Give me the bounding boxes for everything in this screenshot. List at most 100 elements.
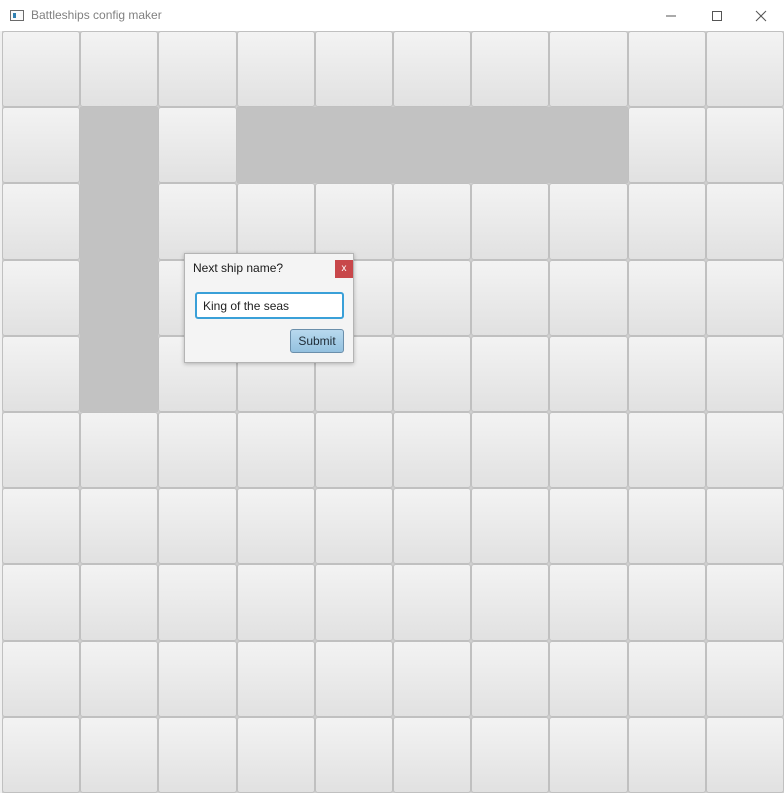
grid-cell[interactable] — [471, 716, 550, 793]
grid-cell-ship[interactable] — [471, 107, 550, 184]
close-window-button[interactable] — [738, 0, 784, 31]
grid-cell[interactable] — [393, 564, 472, 641]
grid-cell[interactable] — [471, 183, 550, 260]
grid-cell[interactable] — [314, 488, 393, 565]
grid-cell[interactable] — [705, 640, 784, 717]
grid-cell[interactable] — [627, 335, 706, 412]
grid-cell[interactable] — [2, 716, 81, 793]
dialog-close-button[interactable]: x — [335, 260, 353, 278]
grid-cell[interactable] — [80, 31, 159, 108]
grid-cell[interactable] — [80, 412, 159, 489]
grid-cell-ship[interactable] — [549, 107, 628, 184]
grid-cell[interactable] — [2, 640, 81, 717]
grid-cell[interactable] — [705, 716, 784, 793]
grid-cell[interactable] — [2, 183, 81, 260]
grid-cell[interactable] — [471, 259, 550, 336]
grid-cell[interactable] — [393, 183, 472, 260]
grid-cell[interactable] — [314, 31, 393, 108]
grid-cell[interactable] — [314, 716, 393, 793]
grid-cell[interactable] — [236, 640, 315, 717]
grid-cell[interactable] — [236, 716, 315, 793]
grid-cell-ship[interactable] — [236, 107, 315, 184]
grid-cell[interactable] — [2, 412, 81, 489]
grid-cell[interactable] — [158, 564, 237, 641]
grid-cell[interactable] — [2, 31, 81, 108]
grid-cell[interactable] — [549, 31, 628, 108]
grid-cell[interactable] — [471, 31, 550, 108]
grid-cell[interactable] — [549, 259, 628, 336]
grid-cell[interactable] — [627, 31, 706, 108]
grid-cell[interactable] — [549, 335, 628, 412]
maximize-button[interactable] — [694, 0, 740, 31]
grid-cell[interactable] — [705, 259, 784, 336]
grid-cell[interactable] — [158, 488, 237, 565]
grid-cell[interactable] — [158, 412, 237, 489]
grid-cell[interactable] — [236, 412, 315, 489]
grid-cell[interactable] — [393, 335, 472, 412]
grid-cell[interactable] — [393, 31, 472, 108]
grid-cell[interactable] — [705, 488, 784, 565]
ship-name-input[interactable] — [195, 292, 344, 319]
grid-cell[interactable] — [80, 716, 159, 793]
grid-cell[interactable] — [627, 412, 706, 489]
grid-cell[interactable] — [236, 31, 315, 108]
grid-cell[interactable] — [705, 107, 784, 184]
grid-cell[interactable] — [627, 259, 706, 336]
grid-cell[interactable] — [549, 640, 628, 717]
grid-cell[interactable] — [705, 31, 784, 108]
grid-cell-ship[interactable] — [80, 259, 159, 336]
grid-cell[interactable] — [158, 183, 237, 260]
grid-cell[interactable] — [471, 335, 550, 412]
grid-cell[interactable] — [549, 564, 628, 641]
grid-cell[interactable] — [314, 412, 393, 489]
grid-cell[interactable] — [393, 640, 472, 717]
grid-cell[interactable] — [627, 183, 706, 260]
grid-cell[interactable] — [314, 183, 393, 260]
grid-cell[interactable] — [705, 412, 784, 489]
grid-cell[interactable] — [158, 640, 237, 717]
grid-cell[interactable] — [80, 640, 159, 717]
grid-cell[interactable] — [314, 640, 393, 717]
grid-cell[interactable] — [627, 488, 706, 565]
submit-button[interactable]: Submit — [290, 329, 344, 353]
grid-cell-ship[interactable] — [80, 183, 159, 260]
grid-cell-ship[interactable] — [393, 107, 472, 184]
grid-cell[interactable] — [705, 183, 784, 260]
grid-cell[interactable] — [549, 412, 628, 489]
grid-cell[interactable] — [627, 640, 706, 717]
grid-cell[interactable] — [471, 564, 550, 641]
grid-cell[interactable] — [2, 259, 81, 336]
grid-cell[interactable] — [549, 716, 628, 793]
grid-cell[interactable] — [471, 412, 550, 489]
minimize-button[interactable] — [648, 0, 694, 31]
grid-cell[interactable] — [393, 716, 472, 793]
grid-cell[interactable] — [705, 564, 784, 641]
grid-cell[interactable] — [236, 564, 315, 641]
grid-cell[interactable] — [393, 259, 472, 336]
grid-cell[interactable] — [471, 640, 550, 717]
grid-cell[interactable] — [471, 488, 550, 565]
grid-cell[interactable] — [2, 488, 81, 565]
grid-cell-ship[interactable] — [80, 107, 159, 184]
grid-cell[interactable] — [314, 564, 393, 641]
grid-cell[interactable] — [627, 716, 706, 793]
grid-cell[interactable] — [2, 107, 81, 184]
grid-cell[interactable] — [705, 335, 784, 412]
grid-cell[interactable] — [2, 335, 81, 412]
grid-cell[interactable] — [549, 488, 628, 565]
grid-cell[interactable] — [393, 412, 472, 489]
grid-cell[interactable] — [80, 564, 159, 641]
grid-cell[interactable] — [158, 716, 237, 793]
grid-cell[interactable] — [158, 107, 237, 184]
grid-cell-ship[interactable] — [314, 107, 393, 184]
grid-cell[interactable] — [627, 107, 706, 184]
grid-cell-ship[interactable] — [80, 335, 159, 412]
grid-cell[interactable] — [2, 564, 81, 641]
title-bar[interactable]: Battleships config maker — [0, 0, 784, 31]
grid-cell[interactable] — [80, 488, 159, 565]
grid-cell[interactable] — [236, 488, 315, 565]
grid-cell[interactable] — [627, 564, 706, 641]
grid-cell[interactable] — [158, 31, 237, 108]
grid-cell[interactable] — [393, 488, 472, 565]
grid-cell[interactable] — [236, 183, 315, 260]
